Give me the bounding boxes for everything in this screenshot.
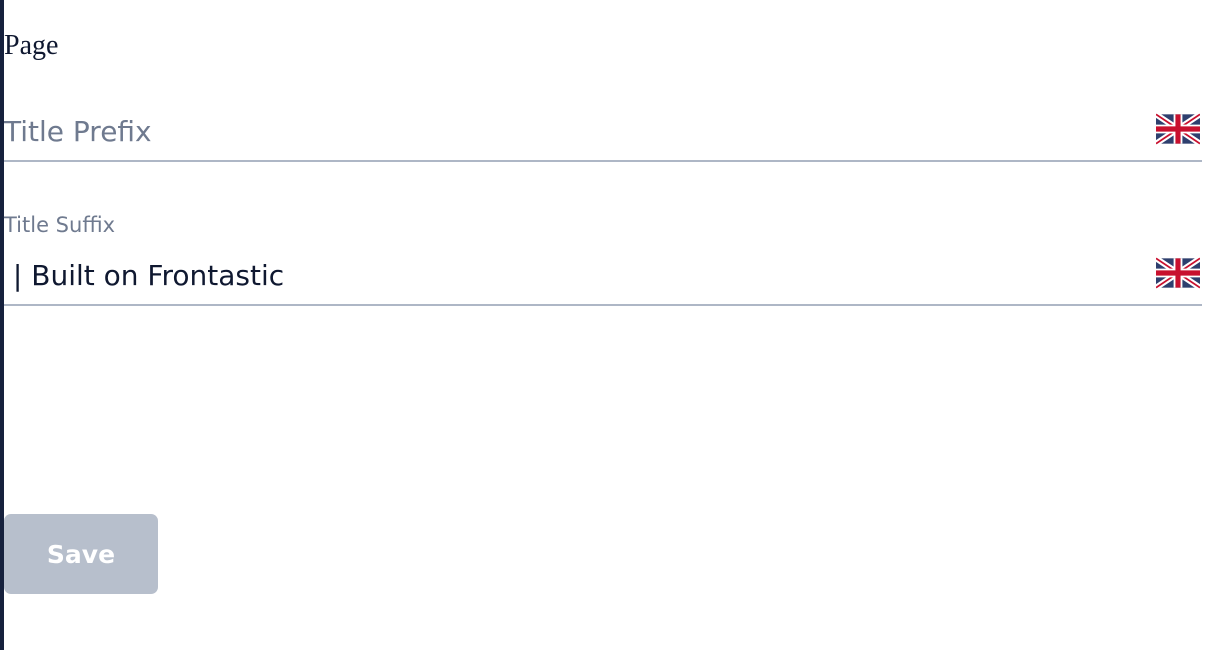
title-prefix-field — [4, 104, 1202, 162]
save-button[interactable]: Save — [4, 514, 158, 594]
title-suffix-input[interactable] — [4, 248, 1144, 302]
title-prefix-input[interactable] — [4, 104, 1144, 158]
uk-flag-icon[interactable] — [1156, 113, 1200, 145]
section-title: Page — [4, 30, 59, 61]
title-suffix-label: Title Suffix — [4, 213, 116, 237]
title-suffix-field — [4, 248, 1202, 306]
uk-flag-icon[interactable] — [1156, 257, 1200, 289]
